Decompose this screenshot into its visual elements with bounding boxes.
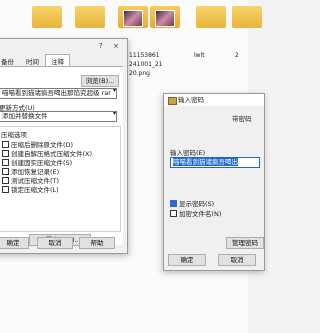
checkbox[interactable] [2,176,9,184]
encrypt-filenames-option[interactable]: 加密文件名(N) [170,208,221,218]
folder-icon[interactable] [196,6,226,28]
options-label: 压缩选项 [1,131,27,139]
checkbox[interactable] [2,149,9,157]
chevron-down-icon[interactable]: ▾ [113,87,116,94]
tab-backup[interactable]: 备份 [0,54,20,66]
title-bar: 输入密码 [164,94,264,106]
help-icon[interactable]: ? [99,42,103,50]
checkbox[interactable] [170,209,177,217]
header-text: 带密码 [232,115,252,123]
file-label: 20.png [129,70,150,77]
show-password-option[interactable]: 显示密码(S) [170,198,214,208]
password-dialog: 输入密码 带密码 输入密码(E) 喵喵看到猫诸疯吾喝出 显示密码(S) 加密文件… [163,93,265,271]
archive-settings-dialog: ? × 备份 时间 注释 浏览(B)... 喵喵看到猫诸疯吾喝出那馅究超级 ra… [0,38,128,254]
help-button[interactable]: 帮助 [79,237,115,249]
update-method-select[interactable]: 添加并替换文件 [0,111,117,122]
checkbox[interactable] [2,167,9,175]
chevron-down-icon[interactable]: ▾ [113,110,116,117]
cancel-button[interactable]: 取消 [218,254,256,266]
checkbox[interactable] [170,199,177,207]
tab-bar: 备份 时间 注释 [0,54,70,66]
folder-label: lwlt [194,52,205,59]
general-pane: 浏览(B)... 喵喵看到猫诸疯吾喝出那馅究超级 rar ▾ 更新方式(U) 添… [0,66,123,246]
password-value: 喵喵看到猫诸疯吾喝出 [173,158,238,166]
file-label: 2 [235,52,239,59]
ok-button[interactable]: 确定 [0,237,29,249]
dialog-title: 输入密码 [178,96,204,104]
browse-button[interactable]: 浏览(B)... [81,75,119,87]
cancel-button[interactable]: 取消 [37,237,73,249]
close-icon[interactable]: × [113,42,119,50]
tab-time[interactable]: 时间 [20,54,45,66]
folder-icon[interactable] [75,6,105,28]
checkbox[interactable] [2,158,9,166]
file-label: 11153861 [129,52,160,59]
option-lock[interactable]: 锁定压缩文件(L) [2,184,59,194]
lock-icon [168,97,177,105]
image-folder-icon[interactable] [118,6,148,28]
ok-button[interactable]: 确定 [168,254,206,266]
checkbox[interactable] [2,185,9,193]
tab-comment[interactable]: 注释 [45,54,70,66]
password-prompt-label: 输入密码(E) [170,149,206,157]
archive-name-input[interactable]: 喵喵看到猫诸疯吾喝出那馅究超级 rar [0,88,117,99]
image-folder-icon[interactable] [150,6,180,28]
manage-passwords-button[interactable]: 管理密码 [226,237,264,249]
file-label: 241001_21 [129,61,163,68]
compression-options-group: 压缩选项 压缩后删除原文件(D) 创建自解压格式压缩文件(X) 创建固实压缩文件… [0,126,121,232]
folder-icon[interactable] [32,6,62,28]
checkbox[interactable] [2,140,9,148]
folder-icon[interactable] [232,6,262,28]
password-input[interactable]: 喵喵看到猫诸疯吾喝出 [170,157,260,168]
